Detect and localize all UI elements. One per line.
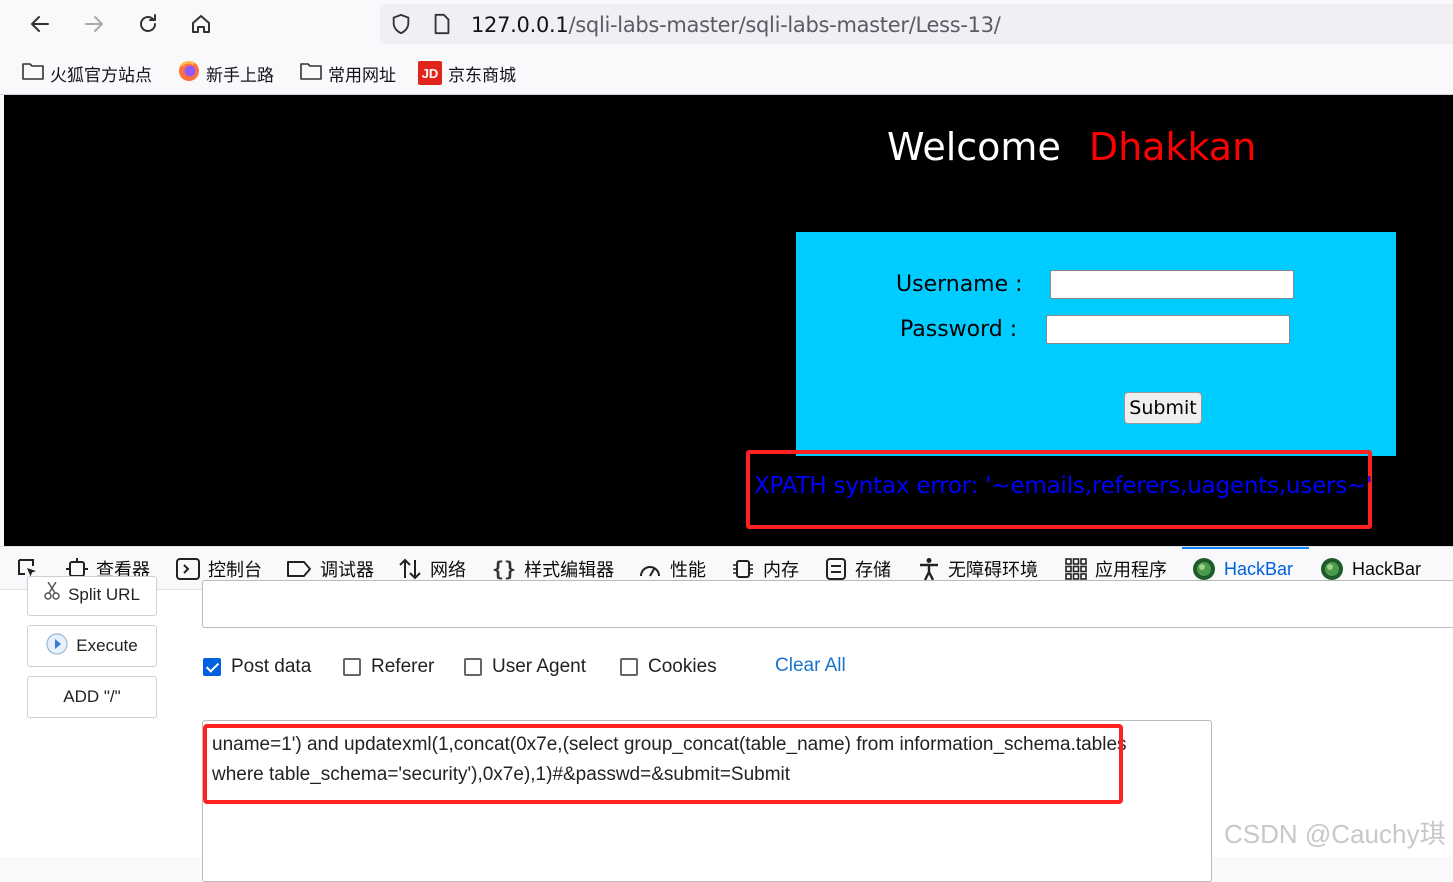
username-label: Username :: [896, 272, 1023, 297]
play-icon: [46, 632, 68, 660]
button-label: Split URL: [68, 585, 140, 604]
tab-label: 内存: [763, 560, 799, 580]
checkbox-checked[interactable]: [203, 658, 221, 676]
home-icon[interactable]: [185, 8, 217, 40]
clear-all-link[interactable]: Clear All: [775, 655, 846, 677]
browser-navbar: 127.0.0.1/sqli-labs-master/sqli-labs-mas…: [0, 0, 1453, 48]
scissors-icon: [44, 581, 60, 605]
storage-icon: [825, 558, 847, 580]
folder-icon: [300, 62, 322, 85]
tab-label: 存储: [855, 560, 891, 580]
url-host: 127.0.0.1: [471, 13, 569, 37]
checkbox[interactable]: [620, 658, 638, 676]
error-message: XPATH syntax error: '~emails,referers,ua…: [754, 473, 1373, 499]
url-text[interactable]: 127.0.0.1/sqli-labs-master/sqli-labs-mas…: [471, 13, 1001, 37]
option-label: Cookies: [648, 656, 717, 677]
bookmark-item[interactable]: 常用网址: [300, 61, 396, 85]
referer-checkbox[interactable]: Referer: [343, 655, 434, 679]
folder-icon: [22, 62, 44, 85]
post-data-checkbox[interactable]: Post data: [203, 655, 311, 679]
option-label: Post data: [231, 656, 312, 677]
tab-label: HackBar: [1352, 558, 1422, 579]
tab-label: 无障碍环境: [948, 560, 1038, 580]
back-arrow-icon[interactable]: [24, 8, 56, 40]
tab-label: 网络: [430, 560, 466, 580]
user-agent-checkbox[interactable]: User Agent: [464, 655, 586, 679]
url-textarea[interactable]: [202, 580, 1453, 628]
url-bar[interactable]: 127.0.0.1/sqli-labs-master/sqli-labs-mas…: [380, 4, 1453, 44]
execute-button[interactable]: Execute: [27, 625, 157, 667]
checkbox[interactable]: [343, 658, 361, 676]
split-url-button[interactable]: Split URL: [27, 576, 157, 616]
checkbox[interactable]: [464, 658, 482, 676]
welcome-text: Welcome: [887, 125, 1061, 169]
bookmark-item[interactable]: JD 京东商城: [418, 61, 516, 85]
hackbar-icon: [1320, 557, 1344, 581]
bookmark-label: 常用网址: [328, 65, 396, 85]
submit-button[interactable]: Submit: [1124, 392, 1202, 424]
bookmark-item[interactable]: 火狐官方站点: [22, 61, 152, 85]
bookmark-label: 新手上路: [206, 65, 274, 85]
tab-label: 样式编辑器: [524, 560, 615, 580]
login-form: Username : Password : Submit: [796, 232, 1396, 456]
tab-label: 调试器: [320, 560, 374, 580]
forward-arrow-icon[interactable]: [78, 8, 110, 40]
button-label: Execute: [76, 636, 138, 655]
bookmarks-bar: 火狐官方站点 新手上路 常用网址 JD 京东商城: [0, 48, 1453, 95]
style-editor-icon: {}: [492, 557, 517, 581]
tab-label: 性能: [670, 560, 706, 580]
url-path: /sqli-labs-master/sqli-labs-master/Less-…: [568, 13, 1001, 37]
option-label: User Agent: [492, 656, 586, 677]
tab-label: 应用程序: [1095, 560, 1167, 580]
reload-icon[interactable]: [132, 8, 164, 40]
network-icon: [398, 558, 422, 580]
welcome-name: Dhakkan: [1088, 125, 1257, 169]
firefox-icon: [178, 60, 200, 87]
tab-label: 控制台: [208, 560, 262, 580]
add-slash-button[interactable]: ADD "/": [27, 676, 157, 718]
welcome-heading: Welcome Dhakkan: [887, 125, 1256, 169]
username-input[interactable]: [1050, 270, 1294, 299]
bookmark-label: 京东商城: [448, 65, 516, 85]
watermark: CSDN @Cauchy琪: [1224, 819, 1446, 849]
console-icon: [176, 558, 200, 580]
password-label: Password :: [900, 317, 1018, 342]
hackbar-panel: Split URL Execute ADD "/" Post data Refe…: [0, 576, 1453, 882]
highlight-box: [203, 724, 1123, 804]
option-label: Referer: [371, 656, 435, 677]
web-page: Welcome Dhakkan Username : Password : Sub…: [4, 95, 1453, 546]
accessibility-icon: [918, 557, 940, 581]
password-input[interactable]: [1046, 315, 1290, 344]
tab-label: HackBar: [1224, 558, 1294, 579]
jd-icon: JD: [418, 61, 442, 85]
cookies-checkbox[interactable]: Cookies: [620, 655, 717, 679]
bookmark-item[interactable]: 新手上路: [178, 60, 274, 87]
debugger-icon: [286, 559, 312, 579]
button-label: ADD "/": [63, 687, 121, 706]
memory-icon: [731, 558, 755, 580]
application-icon: [1065, 558, 1087, 580]
shield-icon[interactable]: [390, 13, 412, 40]
hackbar-icon: [1192, 557, 1216, 581]
bookmark-label: 火狐官方站点: [50, 65, 152, 85]
page-info-icon[interactable]: [432, 13, 452, 40]
performance-icon: [638, 558, 662, 580]
